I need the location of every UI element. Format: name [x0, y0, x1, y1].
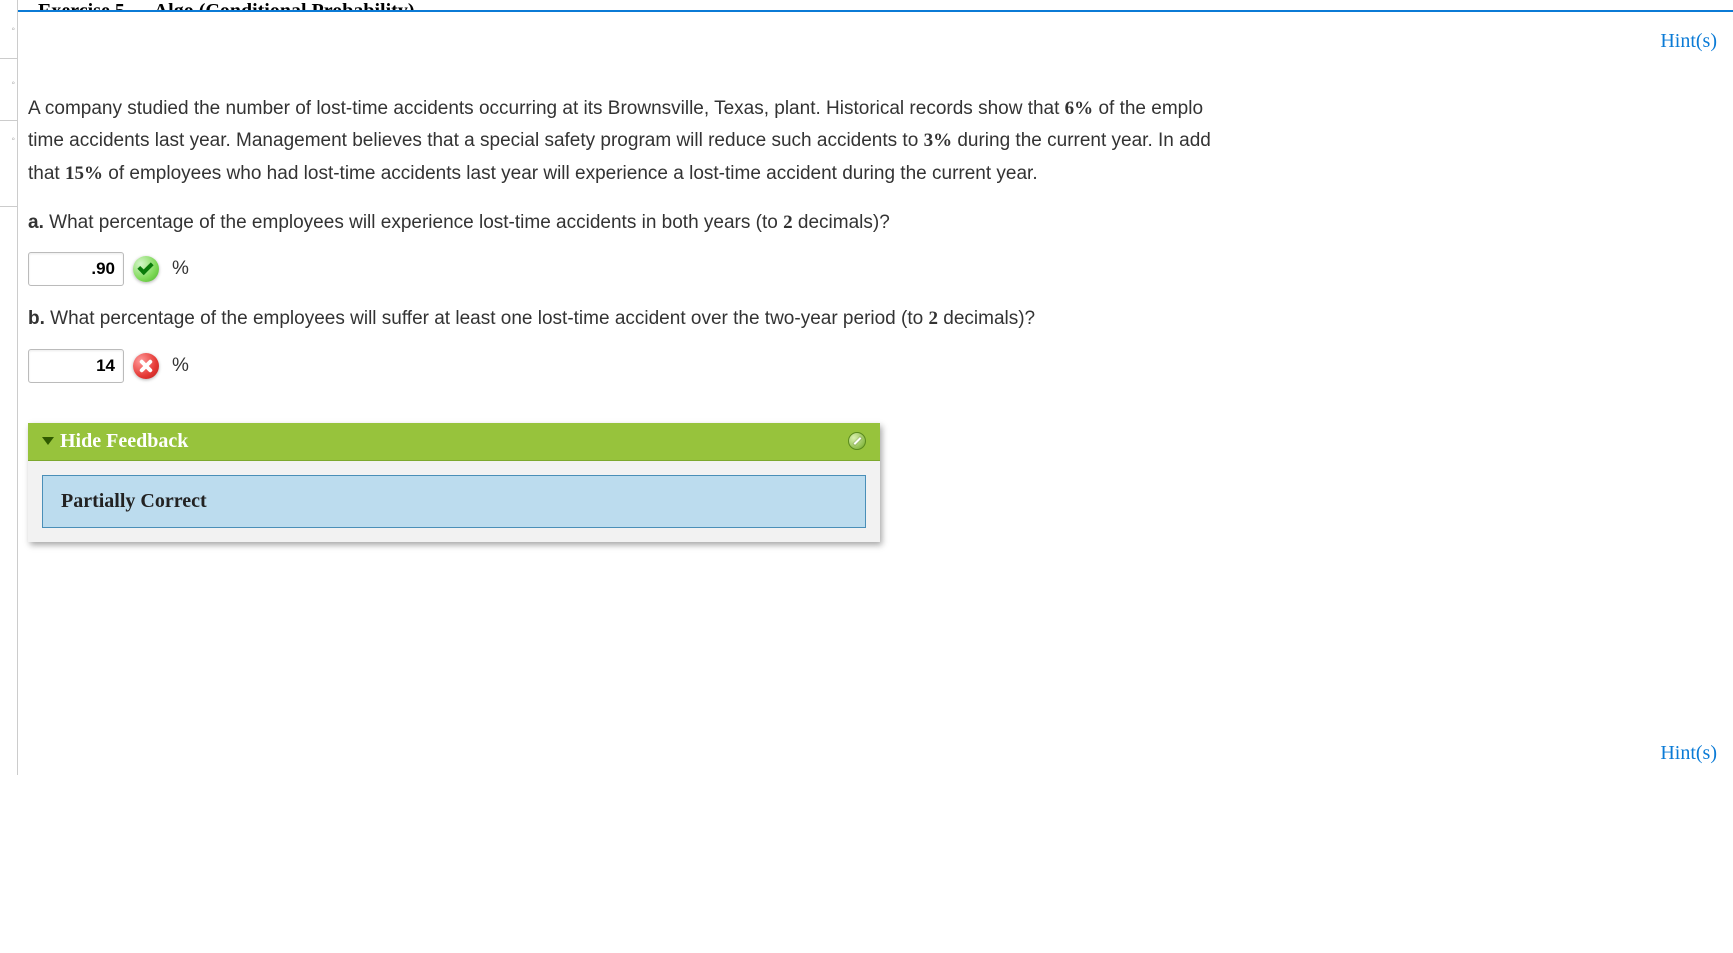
- correct-icon: [132, 255, 160, 283]
- feedback-panel: Hide Feedback Partially Correct: [28, 423, 880, 542]
- chevron-down-icon: [42, 437, 54, 445]
- gutter-tick: [0, 120, 18, 121]
- answer-input-b[interactable]: [28, 349, 124, 383]
- gutter-marker-icon: ◦: [11, 78, 15, 89]
- unit-label: %: [172, 355, 189, 377]
- left-gutter: ◦ ◦ ◦: [0, 0, 18, 775]
- answer-input-a[interactable]: [28, 252, 124, 286]
- feedback-status: Partially Correct: [42, 475, 866, 528]
- exercise-title: Exercise 5 … Algo (Conditional Probabili…: [18, 0, 1733, 12]
- question-b: b. What percentage of the employees will…: [28, 304, 1723, 334]
- feedback-toggle-label: Hide Feedback: [60, 430, 188, 453]
- edit-icon: [848, 432, 866, 450]
- feedback-toggle[interactable]: Hide Feedback: [28, 423, 880, 461]
- hints-link-bottom[interactable]: Hint(s): [28, 742, 1723, 765]
- gutter-marker-icon: ◦: [11, 24, 15, 35]
- gutter-tick: [0, 58, 18, 59]
- gutter-tick: [0, 206, 18, 207]
- problem-statement: A company studied the number of lost-tim…: [28, 93, 1723, 190]
- question-a: a. What percentage of the employees will…: [28, 208, 1723, 238]
- gutter-marker-icon: ◦: [11, 134, 15, 145]
- unit-label: %: [172, 258, 189, 280]
- hints-link-top[interactable]: Hint(s): [28, 30, 1723, 93]
- incorrect-icon: [132, 352, 160, 380]
